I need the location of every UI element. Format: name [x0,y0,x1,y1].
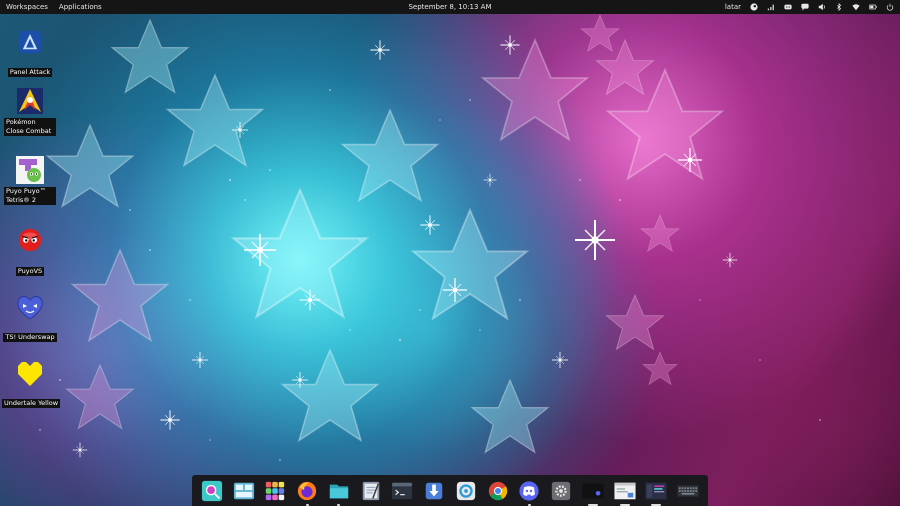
dock [192,475,708,506]
undertale-yellow-icon [15,358,45,388]
discord-icon[interactable] [784,3,792,11]
dock-files[interactable] [327,479,351,506]
dock-search-launcher[interactable] [200,479,224,503]
dock-app-center[interactable] [454,479,478,503]
dock-app-grid[interactable] [263,479,287,503]
dock-downloader[interactable] [422,479,446,503]
running-indicator [305,503,309,506]
dock-text-editor[interactable] [359,479,383,503]
desktop-icon-panel-attack[interactable]: Panel Attack [2,27,58,78]
wifi-icon[interactable] [852,3,860,11]
desktop-icon-label: Pokémon Close Combat [4,118,56,136]
user-name[interactable]: latar [725,0,741,14]
desktop-icon-ts-underswap[interactable]: TS! Underswap [2,292,58,343]
dock-firefox[interactable] [295,479,319,506]
window-thumb-1 [582,483,604,498]
multitasking-icon [233,482,254,499]
desktop-icon-label: PuyoVS [15,267,45,276]
terminal-icon [392,482,413,499]
running-indicator [619,503,630,506]
running-indicator [651,503,662,506]
dock-window-thumb-2[interactable] [613,479,637,506]
dock-settings[interactable] [549,479,573,503]
desktop-wallpaper [0,0,900,506]
app-grid-icon [266,481,285,500]
downloader-icon [425,482,443,499]
dock-window-thumb-3[interactable] [644,479,668,506]
desktop-icon-undertale-yellow[interactable]: Undertale Yellow [2,358,61,409]
ts-underswap-icon [15,292,45,322]
text-editor-icon [362,481,379,500]
puyovs-icon [15,226,45,256]
applications-button[interactable]: Applications [59,0,102,14]
dock-window-thumb-1[interactable] [581,479,605,506]
desktop-icon-pokemon-close-combat[interactable]: Pokémon Close Combat [2,86,58,137]
keyboard-thumb [677,485,699,496]
window-thumb-3 [645,482,667,499]
desktop-icon-label: Undertale Yellow [2,399,61,408]
power-icon[interactable] [886,3,894,11]
settings-icon [551,481,571,500]
discord-icon [519,480,539,501]
workspaces-button[interactable]: Workspaces [6,0,48,14]
battery-icon[interactable] [869,3,877,11]
dock-discord[interactable] [517,479,541,506]
desktop-icon-puyo-puyo-tetris-2[interactable]: Puyo Puyo™ Tetris® 2 [2,155,58,206]
clock[interactable]: September 8, 10:13 AM [408,3,491,11]
network-icon[interactable] [767,3,775,11]
volume-icon[interactable] [818,3,826,11]
app-center-icon [456,481,476,500]
star-decoration [39,14,821,461]
dock-terminal[interactable] [390,479,414,503]
dock-keyboard-thumb[interactable] [676,479,700,503]
files-icon [329,484,349,498]
desktop-icon-label: Panel Attack [7,68,53,77]
desktop-icon-label: Puyo Puyo™ Tetris® 2 [4,187,56,205]
dock-multitasking[interactable] [232,479,256,503]
running-indicator [527,503,531,506]
search-launcher-icon [201,480,222,501]
running-indicator [337,503,341,506]
chat-icon[interactable] [801,3,809,11]
window-thumb-2 [614,482,636,499]
bluetooth-icon[interactable] [835,3,843,11]
desktop-icon-puyovs[interactable]: PuyoVS [2,226,58,277]
steam-icon[interactable] [750,3,758,11]
chrome-icon [488,481,507,500]
pokemon-close-combat-icon [15,86,45,116]
running-indicator [587,503,598,506]
panel-attack-icon [15,27,45,57]
desktop-icon-label: TS! Underswap [3,333,57,342]
puyo-puyo-tetris-icon [15,155,45,185]
top-panel: Workspaces Applications September 8, 10:… [0,0,900,14]
dock-chrome[interactable] [486,479,510,503]
firefox-icon [297,481,317,500]
